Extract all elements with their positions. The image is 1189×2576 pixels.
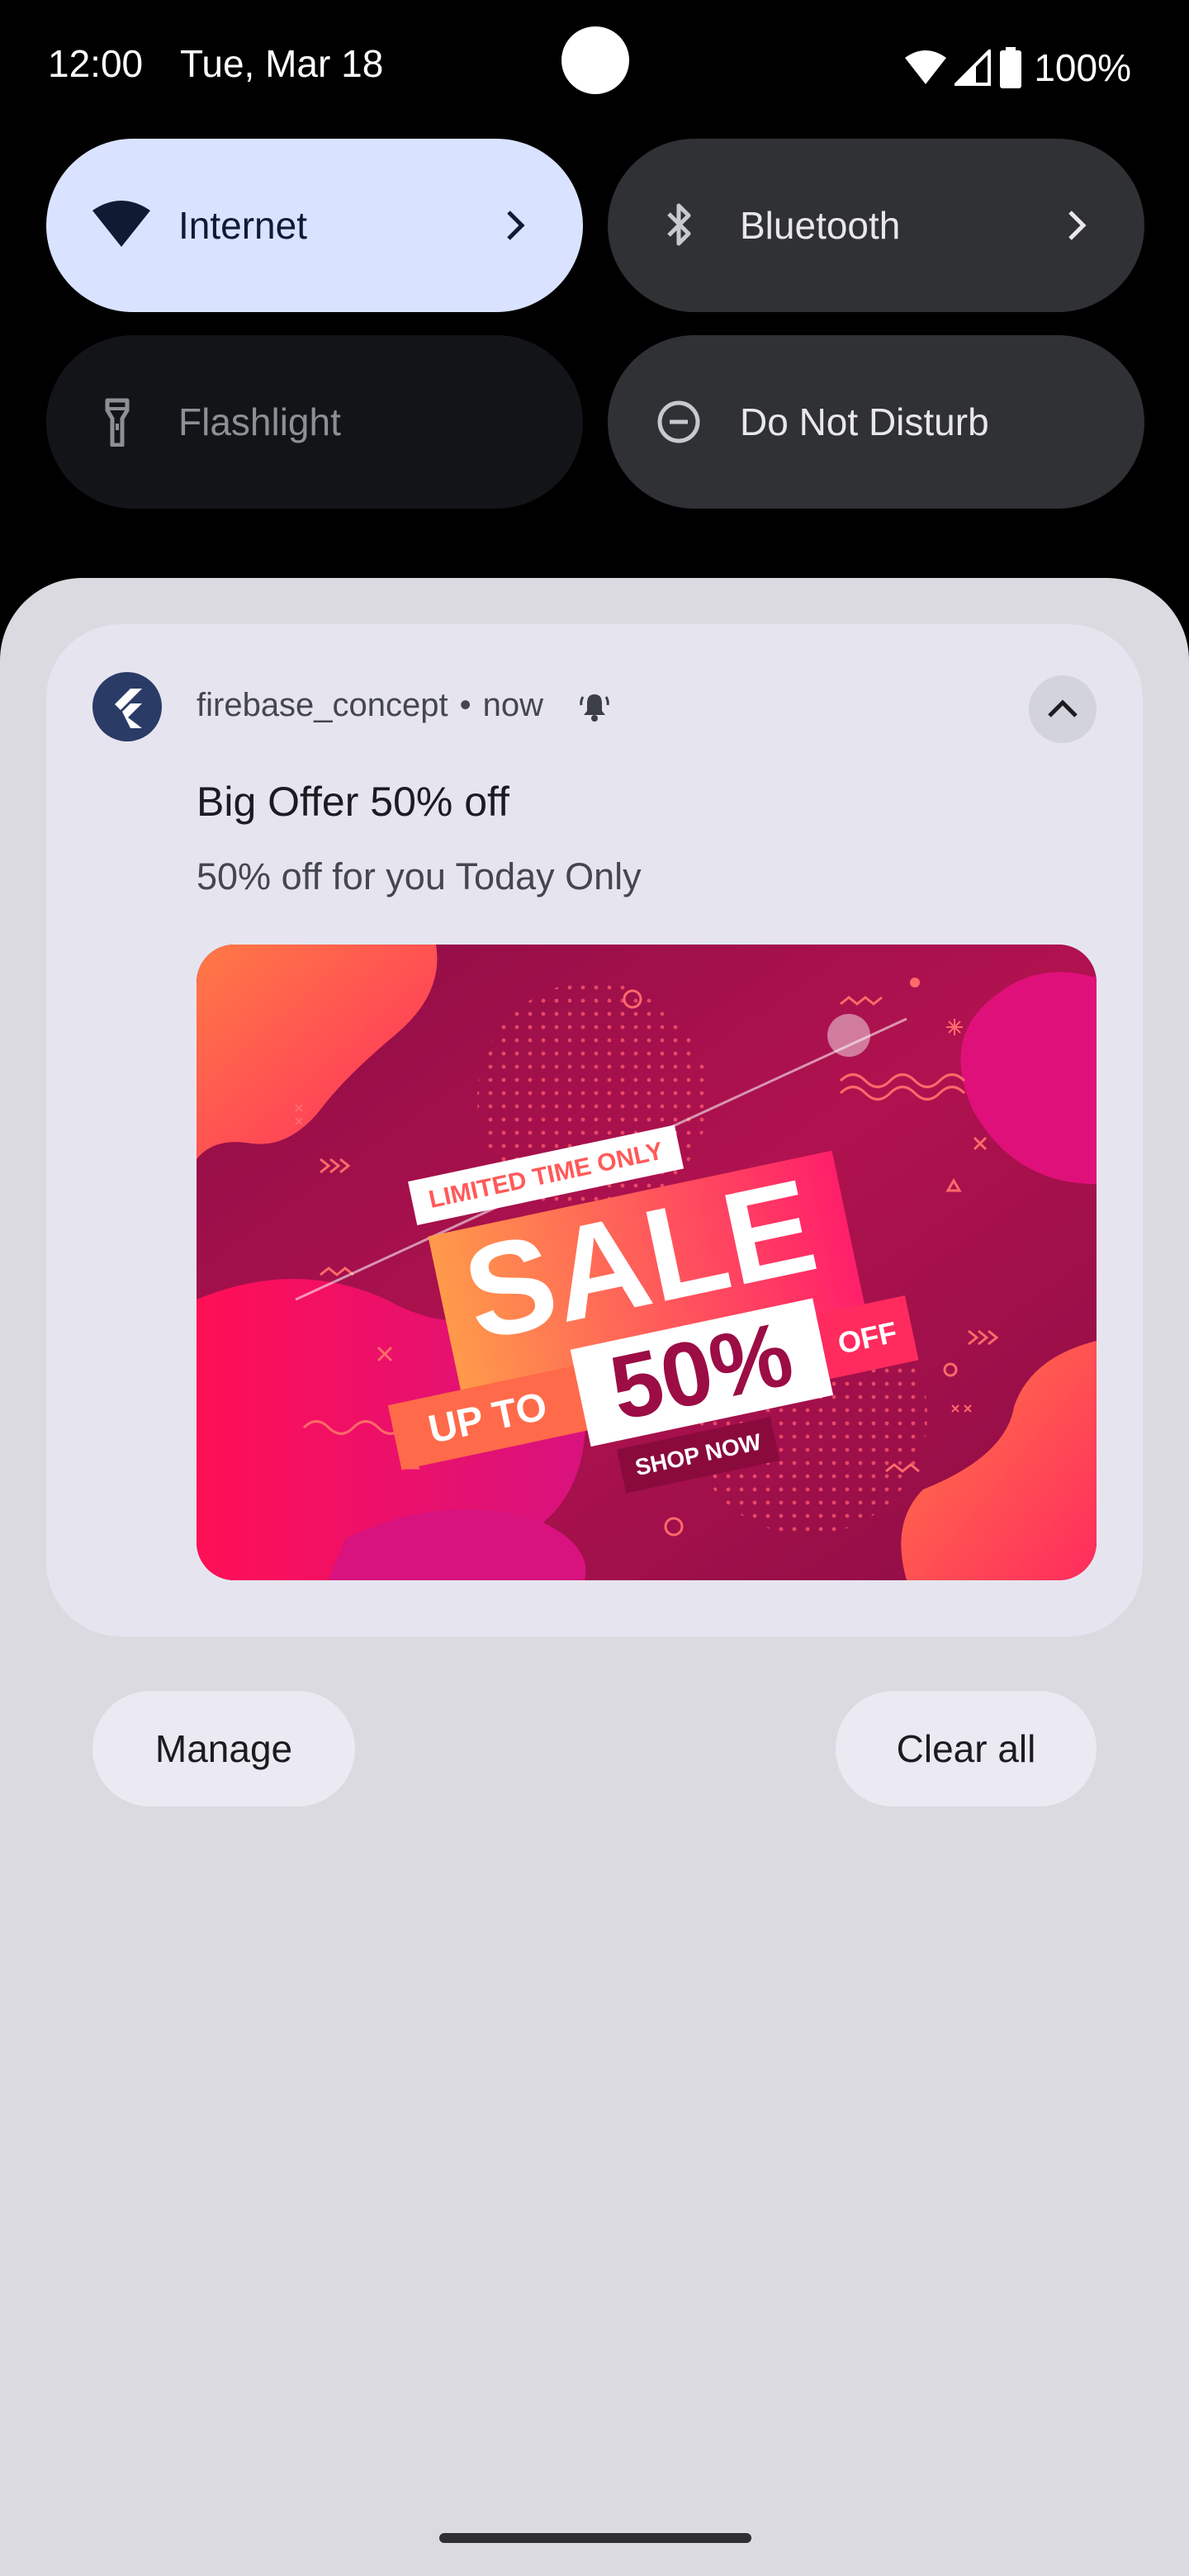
battery-icon — [999, 47, 1022, 88]
notification-body: 50% off for you Today Only — [197, 855, 642, 897]
battery-percent: 100% — [1034, 46, 1131, 89]
manage-button[interactable]: Manage — [92, 1691, 355, 1807]
tile-label: Internet — [178, 204, 307, 247]
promo-sale-image[interactable]: LIMITED TIME ONLY SALE UP TO 50% OFF SHO… — [197, 945, 1097, 1580]
tile-internet[interactable]: Internet — [46, 139, 583, 312]
tile-label: Bluetooth — [740, 204, 901, 247]
notification-time: now — [482, 687, 544, 723]
tile-flashlight[interactable]: Flashlight — [46, 335, 583, 509]
notification-title: Big Offer 50% off — [197, 779, 509, 825]
app-name: firebase_concept — [197, 687, 448, 723]
status-bar: 12:00 Tue, Mar 18 100% — [0, 0, 1189, 132]
flutter-app-icon — [92, 672, 162, 741]
status-date: Tue, Mar 18 — [180, 42, 384, 85]
flashlight-icon — [92, 397, 142, 447]
cell-signal-icon — [955, 50, 992, 86]
camera-cutout — [561, 26, 629, 94]
home-indicator[interactable] — [439, 2533, 751, 2543]
status-icons: 100% — [905, 45, 1131, 91]
status-time: 12:00 — [48, 42, 144, 85]
chevron-up-icon — [1048, 699, 1078, 717]
header-separator: • — [459, 687, 471, 723]
clear-all-button[interactable]: Clear all — [836, 1691, 1097, 1807]
tile-bluetooth[interactable]: Bluetooth — [608, 139, 1144, 312]
tile-do-not-disturb[interactable]: Do Not Disturb — [608, 335, 1144, 509]
tile-label: Flashlight — [178, 400, 341, 443]
chevron-right-icon[interactable] — [497, 207, 533, 244]
chevron-right-icon[interactable] — [1059, 207, 1095, 244]
tile-label: Do Not Disturb — [740, 400, 989, 443]
wifi-icon — [92, 201, 150, 250]
alerting-bell-icon — [578, 690, 611, 723]
collapse-notification-button[interactable] — [1029, 675, 1097, 743]
bluetooth-icon — [654, 201, 703, 250]
do-not-disturb-icon — [654, 397, 703, 447]
wifi-icon — [905, 50, 947, 86]
notification-header: firebase_concept • now — [197, 687, 543, 724]
